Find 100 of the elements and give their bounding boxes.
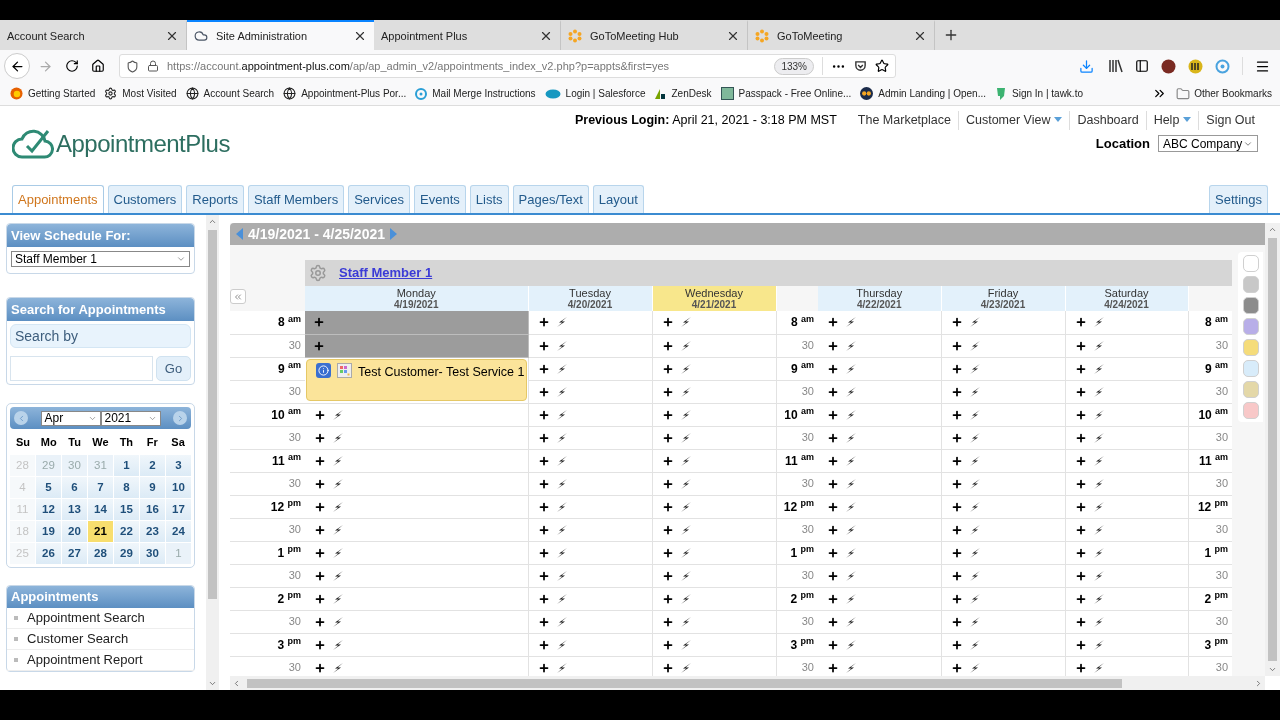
add-icon[interactable] — [950, 546, 963, 559]
bookmark-link[interactable]: Admin Landing | Open... — [860, 86, 986, 101]
add-icon[interactable] — [661, 523, 674, 536]
add-icon[interactable] — [950, 615, 963, 628]
calendar-day[interactable]: 15 — [114, 499, 139, 520]
add-icon[interactable] — [314, 523, 326, 536]
calendar-day[interactable]: 19 — [36, 521, 61, 542]
new-tab-icon[interactable] — [943, 27, 959, 43]
sidebar-icon[interactable] — [1135, 59, 1149, 73]
add-icon[interactable] — [537, 592, 550, 605]
calendar-day[interactable]: 9 — [140, 477, 165, 498]
bookmark-link[interactable]: Appointment-Plus Por... — [283, 86, 407, 101]
calendar-day[interactable]: 14 — [88, 499, 113, 520]
scroll-down-icon[interactable] — [208, 679, 217, 688]
calendar-day[interactable]: 16 — [140, 499, 165, 520]
appointment-block[interactable]: Test Customer- Test Service 1 — [306, 358, 527, 401]
bookmark-link[interactable]: Mail Merge Instructions — [415, 86, 536, 101]
add-icon[interactable] — [661, 431, 674, 444]
close-icon[interactable] — [913, 29, 927, 43]
add-icon[interactable] — [827, 615, 839, 628]
nav-tab[interactable]: Events — [414, 185, 466, 213]
add-icon[interactable] — [950, 500, 963, 513]
reload-icon[interactable] — [65, 59, 79, 73]
add-icon[interactable] — [314, 615, 326, 628]
calendar-day[interactable]: 3 — [166, 455, 191, 476]
add-icon[interactable] — [537, 362, 550, 375]
add-icon[interactable] — [950, 408, 963, 421]
color-swatch[interactable] — [1242, 381, 1259, 398]
add-icon[interactable] — [1074, 615, 1087, 628]
add-icon[interactable] — [537, 569, 550, 582]
search-by-field[interactable]: Search by — [10, 324, 191, 348]
add-icon[interactable] — [950, 362, 963, 375]
add-icon[interactable] — [950, 523, 963, 536]
calendar-day[interactable]: 26 — [36, 543, 61, 564]
add-icon[interactable] — [950, 339, 963, 352]
add-icon[interactable] — [1074, 316, 1087, 329]
add-icon[interactable] — [950, 569, 963, 582]
day-header[interactable]: Thursday 4/22/2021 — [818, 286, 941, 311]
sidebar-scrollbar[interactable] — [206, 215, 219, 690]
bookmark-folder[interactable]: Other Bookmarks — [1176, 86, 1272, 101]
calendar-day[interactable]: 13 — [62, 499, 87, 520]
star-icon[interactable] — [875, 59, 889, 73]
forward-icon[interactable] — [38, 58, 53, 74]
calendar-day[interactable]: 8 — [114, 477, 139, 498]
add-icon[interactable] — [1074, 592, 1087, 605]
color-swatch[interactable] — [1242, 339, 1259, 356]
nav-tab[interactable]: Lists — [469, 185, 509, 213]
nav-tab[interactable]: Reports — [186, 185, 244, 213]
close-icon[interactable] — [165, 29, 179, 43]
add-icon[interactable] — [661, 500, 674, 513]
bookmark-link[interactable]: Getting Started — [10, 86, 96, 101]
palette-icon[interactable] — [337, 362, 352, 378]
menu-icon[interactable] — [1255, 58, 1270, 74]
profile-avatar-icon[interactable] — [1161, 58, 1176, 74]
add-icon[interactable] — [537, 431, 550, 444]
scroll-down-icon[interactable] — [1268, 665, 1277, 674]
calendar-day[interactable]: 20 — [62, 521, 87, 542]
color-swatch[interactable] — [1242, 255, 1259, 272]
header-link[interactable]: Help — [1146, 111, 1200, 130]
add-icon[interactable] — [827, 385, 839, 398]
calendar-day[interactable]: 5 — [36, 477, 61, 498]
add-icon[interactable] — [950, 316, 963, 329]
add-icon[interactable] — [827, 477, 839, 490]
color-swatch[interactable] — [1242, 318, 1259, 335]
add-icon[interactable] — [827, 661, 839, 674]
back-button[interactable] — [4, 53, 30, 79]
year-select[interactable]: 2021 — [100, 410, 161, 426]
add-icon[interactable] — [537, 615, 550, 628]
add-icon[interactable] — [950, 431, 963, 444]
sidebar-link[interactable]: Appointment Report — [27, 650, 143, 670]
lock-icon[interactable] — [147, 60, 159, 72]
add-icon[interactable] — [827, 316, 839, 329]
add-icon[interactable] — [1074, 546, 1087, 559]
browser-tab[interactable]: Site Administration — [187, 20, 374, 50]
staff-select[interactable]: Staff Member 1 — [11, 251, 190, 267]
calendar-day[interactable]: 1 — [114, 455, 139, 476]
add-icon[interactable] — [827, 592, 839, 605]
nav-tab[interactable]: Services — [348, 185, 411, 213]
add-icon[interactable] — [537, 500, 550, 513]
nav-tab[interactable]: Customers — [107, 185, 183, 213]
scroll-up-icon[interactable] — [208, 217, 217, 226]
scrollbar-thumb[interactable] — [247, 678, 1122, 688]
add-icon[interactable] — [537, 408, 550, 421]
add-icon[interactable] — [950, 638, 963, 651]
add-icon[interactable] — [1074, 408, 1087, 421]
add-icon[interactable] — [827, 523, 839, 536]
pocket-icon[interactable] — [854, 59, 867, 73]
add-icon[interactable] — [314, 592, 326, 605]
calendar-day[interactable]: 22 — [114, 521, 139, 542]
scroll-right-icon[interactable] — [1254, 678, 1263, 688]
day-header[interactable]: Saturday 4/24/2021 — [1065, 286, 1188, 311]
header-link[interactable]: The Marketplace — [850, 111, 959, 130]
add-icon[interactable] — [827, 569, 839, 582]
add-icon[interactable] — [314, 431, 326, 444]
add-icon[interactable] — [313, 316, 325, 329]
add-icon[interactable] — [827, 362, 839, 375]
add-icon[interactable] — [1074, 431, 1087, 444]
nav-tab[interactable]: Pages/Text — [512, 185, 589, 213]
calendar-day[interactable]: 24 — [166, 521, 191, 542]
calendar-day[interactable]: 27 — [62, 543, 87, 564]
